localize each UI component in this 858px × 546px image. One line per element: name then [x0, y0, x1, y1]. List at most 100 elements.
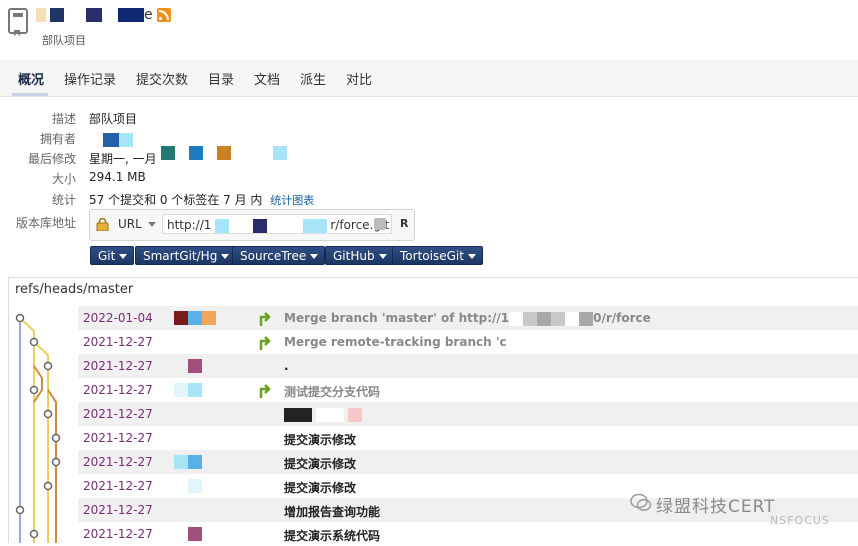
redacted-text — [270, 218, 299, 233]
repo-url-label: 版本库地址 — [15, 216, 76, 230]
commit-date: 2022-01-04 — [83, 311, 153, 325]
tab-reflog[interactable]: 操作记录 — [64, 69, 116, 88]
copy-url-icon[interactable] — [374, 218, 386, 230]
redacted-text — [188, 383, 202, 397]
redacted-text — [188, 527, 202, 541]
redacted-text — [174, 455, 188, 469]
owner-value[interactable] — [89, 131, 133, 147]
sourcetree-client-button[interactable]: SourceTree — [232, 246, 326, 265]
redacted-text — [119, 133, 133, 147]
commit-date: 2021-12-27 — [83, 335, 153, 349]
commit-message[interactable] — [284, 407, 363, 422]
repository-book-icon — [8, 8, 28, 36]
redacted-text — [118, 8, 144, 22]
tab-tree[interactable]: 目录 — [208, 69, 234, 88]
chevron-down-icon[interactable] — [148, 222, 156, 227]
redacted-text — [273, 146, 287, 160]
repository-subtitle: 部队项目 — [42, 34, 86, 47]
watermark-subtext: NSFOCUS — [770, 514, 830, 527]
commit-row[interactable]: 2021-12-27 提交演示修改 — [78, 450, 858, 474]
redacted-text — [233, 218, 250, 233]
redacted-text — [316, 407, 345, 422]
commit-message[interactable]: Merge branch 'master' of http://1 0/r/for… — [284, 311, 651, 326]
last-modified-value: 星期一, 一月 — [89, 152, 157, 166]
commit-row[interactable]: 2021-12-27 提交演示修改 — [78, 426, 858, 450]
watermark-text: 绿盟科技CERT — [656, 497, 776, 517]
commit-message[interactable]: 提交演示修改 — [284, 479, 356, 496]
size-value: 294.1 MB — [89, 170, 146, 184]
tab-docs[interactable]: 文档 — [254, 69, 280, 88]
commit-row[interactable]: 2021-12-27 — [78, 402, 858, 426]
rss-feed-icon[interactable] — [156, 8, 171, 22]
git-client-button[interactable]: Git — [90, 246, 135, 265]
stats-chart-link[interactable]: 统计图表 — [270, 194, 314, 207]
commit-date: 2021-12-27 — [83, 407, 153, 421]
redacted-text — [36, 8, 46, 22]
merge-arrow-icon — [259, 384, 271, 398]
branch-ref[interactable]: refs/heads/master — [15, 282, 133, 297]
commit-message[interactable]: 提交演示修改 — [284, 455, 356, 472]
redacted-text — [284, 407, 312, 422]
commit-message[interactable]: 测试提交分支代码 — [284, 383, 380, 400]
lock-icon — [96, 218, 109, 231]
active-tab-indicator — [12, 93, 48, 96]
redacted-text — [348, 407, 363, 422]
commit-message[interactable]: 增加报告查询功能 — [284, 503, 380, 520]
commit-row[interactable]: 2021-12-27 测试提交分支代码 — [78, 378, 858, 402]
url-extra-button[interactable]: R — [400, 217, 408, 230]
commit-message-tail: 0/r/force — [593, 311, 651, 325]
commit-date: 2021-12-27 — [83, 527, 153, 541]
tab-summary[interactable]: 概况 — [18, 69, 44, 88]
redacted-text — [302, 218, 327, 233]
stats-label: 统计 — [51, 193, 76, 207]
tab-compare[interactable]: 对比 — [346, 69, 372, 88]
redacted-text — [86, 8, 102, 22]
redacted-text — [215, 218, 230, 233]
commit-row[interactable]: 2022-01-04 Merge branch 'master' of http… — [78, 306, 858, 330]
repository-title-suffix: e — [144, 7, 153, 23]
redacted-text — [50, 8, 64, 22]
commit-message[interactable]: Merge remote-tracking branch 'c — [284, 335, 507, 349]
commit-message[interactable]: 提交演示系统代码 — [284, 527, 380, 544]
redacted-text — [188, 455, 202, 469]
commit-date: 2021-12-27 — [83, 479, 153, 493]
repository-title[interactable]: e — [36, 6, 171, 24]
smartgit-client-button[interactable]: SmartGit/Hg — [135, 246, 237, 265]
stats-text: 57 个提交和 0 个标签在 7 月 内 — [89, 193, 263, 207]
commit-row[interactable]: 2021-12-27 提交演示系统代码 — [78, 522, 858, 546]
commit-date: 2021-12-27 — [83, 455, 153, 469]
tortoisegit-client-button[interactable]: TortoiseGit — [392, 246, 483, 265]
commit-row[interactable]: 2021-12-27 . — [78, 354, 858, 378]
redacted-text — [217, 146, 231, 160]
repository-url-input[interactable]: http://1 r/force.git — [162, 214, 392, 234]
redacted-text — [509, 311, 594, 326]
repository-url-box: URL http://1 r/force.git R — [89, 209, 415, 241]
redacted-text — [174, 311, 188, 325]
commit-message[interactable]: . — [284, 359, 289, 373]
redacted-text — [188, 479, 202, 493]
description-value: 部队项目 — [89, 112, 138, 126]
wechat-logo-icon — [630, 493, 652, 511]
url-protocol-selector[interactable]: URL — [118, 217, 142, 231]
redacted-text — [174, 383, 188, 397]
description-label: 描述 — [51, 112, 76, 126]
redacted-text — [188, 311, 202, 325]
owner-label: 拥有者 — [39, 132, 76, 146]
redacted-text — [161, 146, 175, 160]
tab-commits[interactable]: 提交次数 — [136, 69, 188, 88]
repository-nav-tabs: 概况 操作记录 提交次数 目录 文档 派生 对比 — [0, 60, 858, 97]
redacted-text — [202, 311, 216, 325]
redacted-text — [188, 359, 202, 373]
commit-date: 2021-12-27 — [83, 431, 153, 445]
tab-forks[interactable]: 派生 — [300, 69, 326, 88]
redacted-text — [252, 218, 267, 233]
redacted-text — [103, 133, 119, 147]
commit-date: 2021-12-27 — [83, 503, 153, 517]
github-client-button[interactable]: GitHub — [325, 246, 394, 265]
merge-arrow-icon — [259, 312, 271, 326]
commit-row[interactable]: 2021-12-27 Merge remote-tracking branch … — [78, 330, 858, 354]
redacted-text — [106, 8, 114, 22]
commit-log-header: refs/heads/master — [8, 277, 858, 306]
redacted-text — [68, 8, 82, 22]
commit-message[interactable]: 提交演示修改 — [284, 431, 356, 448]
